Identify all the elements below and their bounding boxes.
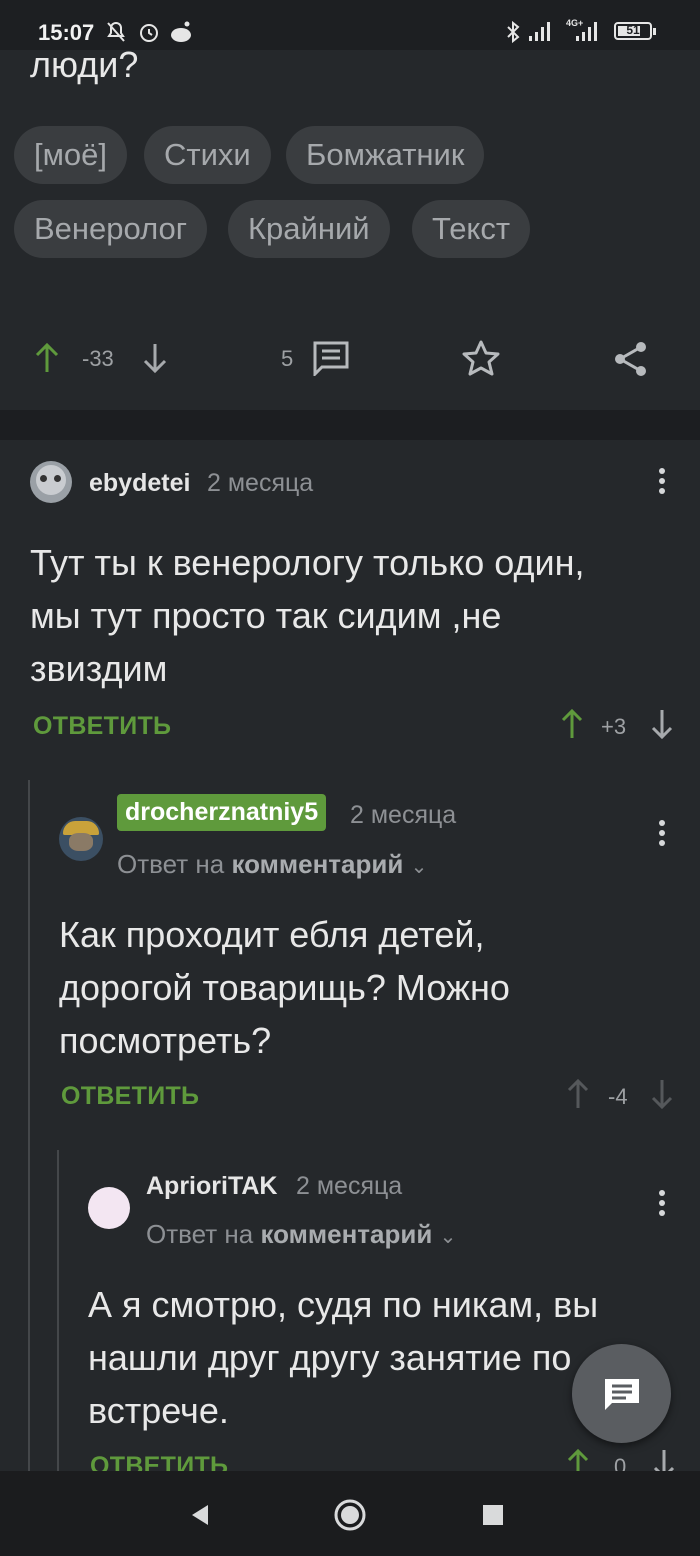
- comments-icon[interactable]: [312, 340, 350, 376]
- upvote-arrow-icon[interactable]: [566, 1448, 590, 1471]
- home-icon[interactable]: [333, 1498, 367, 1532]
- thread-line: [57, 1150, 59, 1471]
- comment-2: drocherznatniy5 2 месяца Ответ на коммен…: [30, 780, 700, 1150]
- share-icon[interactable]: [612, 340, 650, 378]
- status-time: 15:07: [38, 20, 95, 45]
- avatar[interactable]: [88, 1187, 130, 1229]
- bell-off-icon: [107, 21, 125, 42]
- answer-prefix: Ответ на: [146, 1219, 254, 1249]
- comment-line: встрече.: [88, 1390, 229, 1431]
- answer-to[interactable]: Ответ на комментарий ⌄: [117, 849, 427, 880]
- comment-author[interactable]: drocherznatniy5: [125, 798, 318, 826]
- comment-line: Как проходит ебля детей,: [59, 914, 485, 955]
- comment-line: мы тут просто так сидим ,не: [30, 595, 502, 636]
- comment-line: Тут ты к венерологу только один,: [30, 542, 585, 583]
- comment-text: Тут ты к венерологу только один, мы тут …: [30, 536, 585, 695]
- signal-icon-2: [576, 22, 597, 41]
- post-comments-count: 5: [281, 346, 294, 371]
- alarm-icon: [140, 24, 158, 42]
- reply-button[interactable]: ОТВЕТИТЬ: [61, 1082, 199, 1111]
- upvote-arrow-icon[interactable]: [560, 708, 584, 740]
- bluetooth-icon: [507, 20, 520, 44]
- tag-moyo[interactable]: [моё]: [14, 126, 128, 184]
- comment-text: А я смотрю, судя по никам, вы нашли друг…: [88, 1278, 598, 1437]
- downvote-arrow-icon[interactable]: [652, 1448, 676, 1471]
- tag-stihi[interactable]: Стихи: [144, 126, 271, 184]
- comment-author[interactable]: AprioriTAK: [146, 1172, 277, 1201]
- tag-tekst[interactable]: Текст: [412, 200, 531, 258]
- comment-author[interactable]: ebydetei: [89, 469, 190, 498]
- downvote-arrow-icon[interactable]: [142, 342, 168, 374]
- comment-text: Как проходит ебля детей, дорогой товарищ…: [59, 908, 510, 1067]
- post-title-tail: люди?: [30, 44, 139, 85]
- comment-time: 2 месяца: [350, 801, 457, 829]
- comment-rating: 0: [614, 1454, 627, 1471]
- upvote-arrow-icon[interactable]: [566, 1078, 590, 1110]
- chevron-down-icon[interactable]: ⌄: [440, 1226, 457, 1248]
- comment-bubble-icon: [605, 1379, 639, 1410]
- star-icon[interactable]: [462, 340, 500, 376]
- back-icon[interactable]: [188, 1503, 212, 1527]
- battery-tip: [653, 28, 656, 35]
- battery-icon: 51: [614, 22, 652, 40]
- comment-1: ebydetei 2 месяца Тут ты к венерологу то…: [0, 440, 700, 780]
- system-nav-bar: [0, 1471, 700, 1556]
- chevron-down-icon[interactable]: ⌄: [411, 856, 428, 878]
- answer-link[interactable]: комментарий: [260, 1219, 432, 1249]
- comment-time: 2 месяца: [296, 1172, 403, 1200]
- more-options-icon[interactable]: [647, 1186, 677, 1226]
- comment-rating: +3: [601, 714, 627, 739]
- write-comment-button[interactable]: [572, 1344, 671, 1443]
- more-options-icon[interactable]: [647, 464, 677, 504]
- comment-line: дорогой товарищь? Можно: [59, 967, 510, 1008]
- reply-button[interactable]: ОТВЕТИТЬ: [90, 1452, 228, 1471]
- answer-to[interactable]: Ответ на комментарий ⌄: [146, 1219, 456, 1250]
- reply-button[interactable]: ОТВЕТИТЬ: [33, 712, 171, 741]
- avatar[interactable]: [59, 817, 103, 861]
- avatar[interactable]: [30, 461, 72, 503]
- tag-venerolog[interactable]: Венеролог: [14, 200, 208, 258]
- battery-level: 51: [626, 23, 640, 37]
- answer-prefix: Ответ на: [117, 849, 225, 879]
- comment-line: нашли друг другу занятие по: [88, 1337, 572, 1378]
- comment-time: 2 месяца: [207, 469, 314, 497]
- signal-icon: [529, 22, 550, 41]
- reddit-icon: [171, 21, 191, 42]
- comment-rating: -4: [608, 1084, 628, 1109]
- post-card: люди? [моё] Стихи Бомжатник Венеролог Кр…: [0, 44, 700, 410]
- comment-line: А я смотрю, судя по никам, вы: [88, 1284, 599, 1325]
- post-rating: -33: [82, 346, 114, 371]
- answer-link[interactable]: комментарий: [231, 849, 403, 879]
- comment-line: посмотреть?: [59, 1020, 272, 1061]
- tag-bomzhatnik[interactable]: Бомжатник: [286, 126, 485, 184]
- upvote-arrow-icon[interactable]: [34, 342, 60, 374]
- comment-line: звиздим: [30, 648, 168, 689]
- tag-krainiy[interactable]: Крайний: [228, 200, 390, 258]
- downvote-arrow-icon[interactable]: [650, 708, 674, 740]
- more-options-icon[interactable]: [647, 816, 677, 856]
- author-badge: drocherznatniy5: [117, 794, 327, 831]
- post-actions: -33 5: [0, 340, 700, 400]
- downvote-arrow-icon[interactable]: [650, 1078, 674, 1110]
- section-divider: [0, 410, 700, 440]
- recents-icon[interactable]: [482, 1504, 504, 1526]
